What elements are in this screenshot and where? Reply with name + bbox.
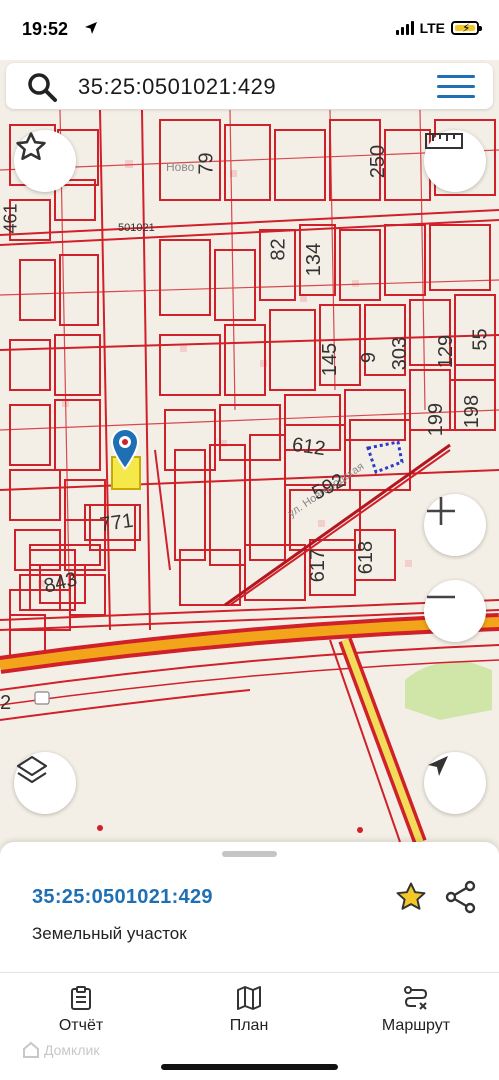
parcel-info-sheet[interactable]: 35:25:0501021:429 Земельный участок [0,842,499,972]
parcel-number: 250 [367,144,390,179]
parcel-number: 2 [0,692,12,714]
watermark-text: Домклик [44,1042,100,1058]
parcel-id: 35:25:0501021:429 [32,886,213,908]
map-canvas [0,110,499,842]
star-outline-icon [16,132,46,161]
parcel-number: 129 [435,334,458,369]
signal-icon [395,21,414,35]
search-icon[interactable] [26,71,58,103]
map-icon [237,986,261,1010]
parcel-number: 55 [469,328,492,351]
menu-icon[interactable] [437,75,475,105]
status-indicators: LTE ⚡ [395,20,482,36]
parcel-number: 9 [358,351,381,364]
block-label: 501021 [118,222,155,234]
street-label-top: Ново [166,160,195,174]
parcel-number: 612 [290,433,327,461]
parcel-number: 461 [0,203,21,234]
tab-plan[interactable]: План [189,985,309,1035]
search-input[interactable]: 35:25:0501021:429 [78,74,276,100]
my-location-button[interactable] [424,752,486,814]
ruler-icon [425,133,463,149]
layers-button[interactable] [14,752,76,814]
parcel-number: 134 [303,242,326,277]
star-icon[interactable] [394,880,428,914]
status-bar: 19:52 LTE ⚡ [0,0,499,60]
location-pin-icon[interactable] [110,428,140,470]
layers-icon [16,755,48,784]
parcel-number: 771 [98,509,135,537]
watermark: Домклик [22,1041,99,1059]
ruler-button[interactable] [424,130,486,192]
zoom-out-button[interactable] [424,580,486,642]
share-icon[interactable] [444,880,478,914]
tab-report[interactable]: Отчёт [21,985,141,1035]
parcel-number: 198 [461,394,484,429]
tab-route[interactable]: Маршрут [356,985,476,1035]
cadastral-map[interactable]: 501021 Ново ул. Новгородская 461 79 250 … [0,110,499,842]
network-type: LTE [419,20,445,36]
parcel-number: 79 [195,152,218,175]
report-icon [71,986,91,1010]
tab-label: Маршрут [381,1017,451,1034]
plus-icon [427,497,455,525]
tab-label: План [229,1017,269,1034]
search-bar[interactable]: 35:25:0501021:429 [6,63,493,109]
parcel-number: 617 [307,548,330,583]
route-icon [404,986,428,1010]
parcel-number: 82 [267,238,290,261]
location-arrow-icon [85,22,97,34]
home-indicator [161,1064,338,1070]
parcel-number: 618 [355,540,378,575]
favorite-button[interactable] [14,130,76,192]
parcel-type: Земельный участок [32,924,187,943]
bottom-tab-bar: Отчёт План Маршрут Домклик [0,972,499,1080]
zoom-in-button[interactable] [424,494,486,556]
parcel-number: 303 [389,336,412,371]
status-time: 19:52 [22,19,69,39]
battery-icon: ⚡ [451,21,482,35]
minus-icon [427,595,455,599]
parcel-number: 199 [425,402,448,437]
tab-label: Отчёт [58,1017,104,1034]
navigation-arrow-icon [428,756,448,776]
domclick-logo-icon [23,1041,39,1058]
sheet-handle[interactable] [222,851,277,857]
parcel-number: 145 [319,342,342,377]
